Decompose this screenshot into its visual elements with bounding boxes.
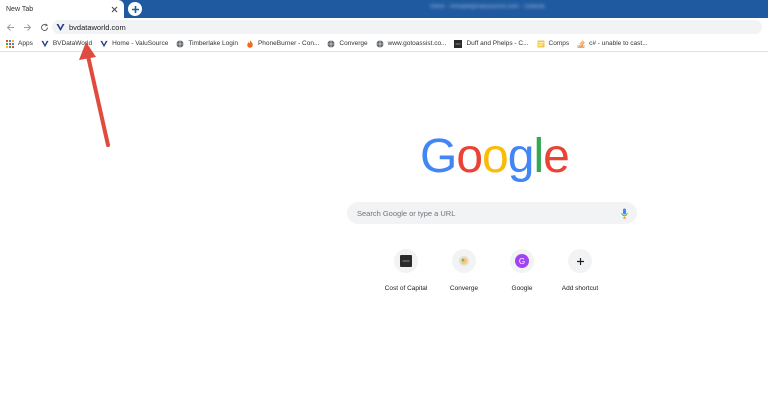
google-logo: Google (420, 130, 570, 183)
bookmark-stackoverflow[interactable]: c# - unable to cast... (574, 37, 653, 51)
shortcut-label: Converge (449, 285, 479, 292)
bookmark-bvdataworld[interactable]: BVDataWorld (38, 37, 97, 51)
toolbar: bvdataworld.com (0, 18, 768, 36)
bookmark-label: Timberlake Login (188, 40, 238, 47)
shortcut-google[interactable]: G Google (492, 249, 552, 292)
bookmark-gotoassist[interactable]: www.gotoassist.co... (373, 37, 452, 51)
globe-icon (376, 40, 384, 48)
bookmark-duff-and-phelps[interactable]: Duff and Phelps - C... (451, 37, 533, 51)
shortcut-label: Add shortcut (561, 285, 599, 292)
bookmark-label: BVDataWorld (52, 40, 93, 47)
shortcut-label: Google (511, 285, 533, 292)
bookmarks-bar: Apps BVDataWorld Home - ValuSource Timbe… (0, 36, 768, 52)
bookmark-phoneburner[interactable]: PhoneBurner - Con... (243, 37, 324, 51)
bookmark-label: Comps (548, 40, 570, 47)
bookmark-label: Duff and Phelps - C... (466, 40, 529, 47)
plus-icon (131, 5, 139, 13)
close-icon[interactable] (108, 3, 120, 15)
stack-icon (577, 39, 585, 48)
shortcuts-grid: Cost of Capital Converge G Google Add sh… (376, 249, 608, 299)
shortcut-tile: G (510, 249, 534, 273)
forward-arrow-icon (23, 23, 31, 31)
v-logo-icon (100, 40, 108, 48)
logo-letter: e (543, 130, 570, 183)
v-logo-icon (41, 40, 49, 48)
back-button[interactable] (3, 20, 17, 34)
folder-icon (537, 40, 545, 48)
plus-icon (576, 257, 584, 265)
converge-icon (459, 256, 469, 266)
globe-icon (176, 40, 184, 48)
logo-letter: l (533, 130, 544, 183)
tab-title: New Tab (6, 5, 34, 13)
shortcut-tile (568, 249, 592, 273)
bookmark-label: Home - ValuSource (112, 40, 169, 47)
bookmark-home-valusource[interactable]: Home - ValuSource (97, 37, 173, 51)
bookmark-comps[interactable]: Comps (534, 37, 575, 51)
flame-icon (246, 39, 254, 48)
shortcut-label: Cost of Capital (384, 285, 428, 292)
bookmark-label: c# - unable to cast... (589, 40, 648, 47)
logo-letter: g (507, 130, 535, 183)
bookmark-timberlake-login[interactable]: Timberlake Login (173, 37, 243, 51)
add-shortcut-button[interactable]: Add shortcut (550, 249, 610, 292)
bookmark-label: PhoneBurner - Con... (257, 40, 320, 47)
bookmark-converge[interactable]: Converge (324, 37, 372, 51)
shortcut-tile (394, 249, 418, 273)
bookmark-label: Converge (339, 40, 368, 47)
forward-button[interactable] (20, 20, 34, 34)
globe-icon (327, 40, 335, 48)
shortcut-cost-of-capital[interactable]: Cost of Capital (376, 249, 436, 292)
shortcut-converge[interactable]: Converge (434, 249, 494, 292)
logo-letter: o (456, 130, 483, 183)
logo-letter: G (420, 130, 457, 183)
dark-tile-icon (400, 255, 412, 267)
microphone-icon[interactable] (617, 206, 631, 220)
search-box[interactable] (347, 202, 637, 224)
back-arrow-icon (6, 23, 14, 31)
reload-button[interactable] (37, 20, 51, 34)
apps-grid-icon (6, 39, 14, 48)
profile-text: Inbox - mmaieli@valusource.com · Outlook (430, 4, 545, 10)
v-logo-icon (56, 23, 65, 31)
letter-g-text: G (519, 257, 525, 266)
search-input[interactable] (357, 208, 617, 218)
bookmark-apps[interactable]: Apps (3, 37, 38, 51)
tab-strip: New Tab Inbox - mmaieli@valusource.com ·… (0, 0, 768, 18)
reload-icon (40, 22, 48, 31)
new-tab-button[interactable] (128, 2, 142, 16)
logo-letter: o (482, 130, 509, 183)
shortcut-tile (452, 249, 476, 273)
bookmark-label: Apps (18, 40, 33, 47)
bookmark-label: www.gotoassist.co... (387, 40, 447, 47)
letter-g-icon: G (515, 254, 529, 268)
dark-square-icon (454, 39, 463, 48)
address-bar[interactable]: bvdataworld.com (52, 20, 762, 34)
tab-new-tab[interactable]: New Tab (0, 0, 124, 18)
address-bar-url: bvdataworld.com (69, 22, 126, 32)
